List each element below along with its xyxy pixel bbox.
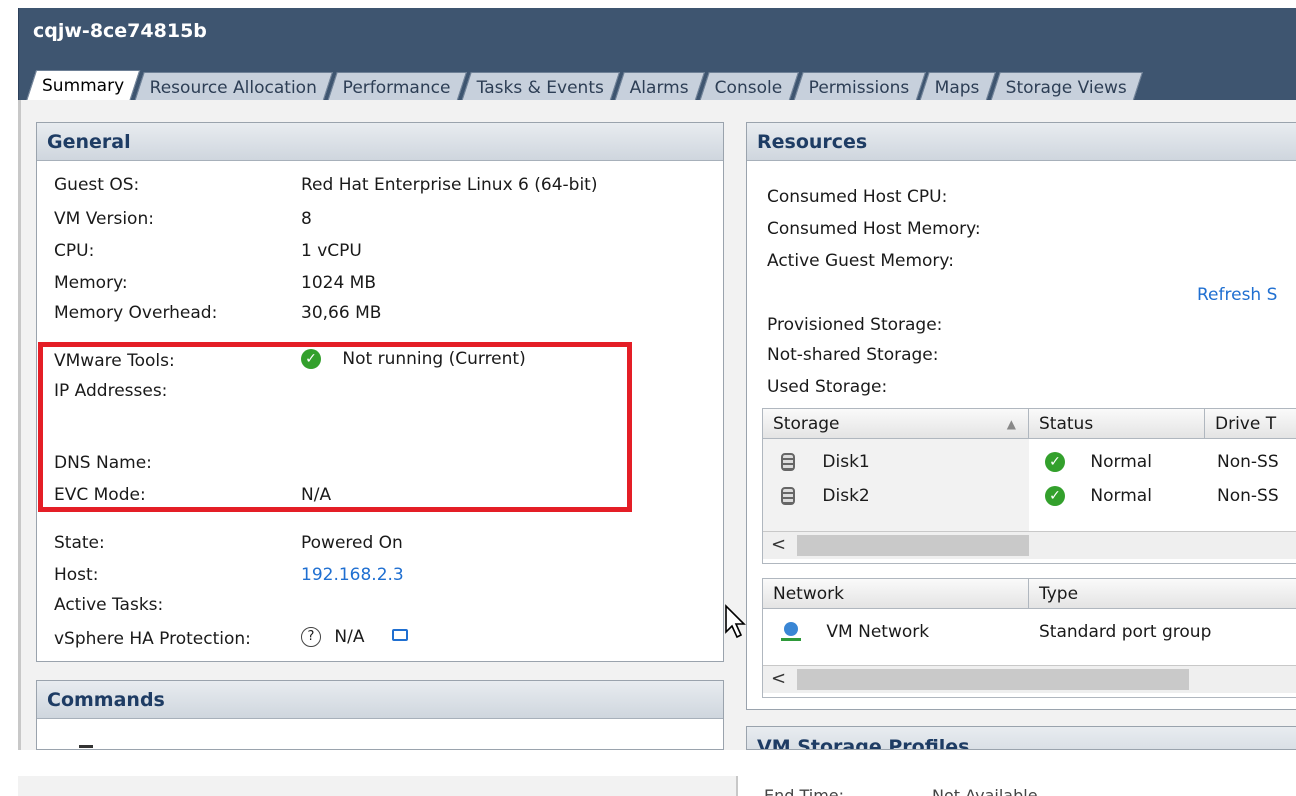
guest-os-label: Guest OS: [54, 175, 140, 195]
column-drive-type[interactable]: Drive T [1205, 409, 1296, 439]
column-network[interactable]: Network [763, 579, 1029, 609]
scrollbar-thumb[interactable] [797, 535, 1029, 556]
tab-tasks-events[interactable]: Tasks & Events [461, 72, 621, 102]
scroll-left-icon[interactable]: < [771, 668, 786, 689]
vmware-tools-label: VMware Tools: [54, 351, 175, 371]
resources-header: Resources [747, 123, 1296, 161]
general-header: General [37, 123, 723, 161]
memory-label: Memory: [54, 273, 128, 293]
tab-performance[interactable]: Performance [327, 72, 467, 102]
column-type[interactable]: Type [1029, 579, 1296, 609]
consumed-cpu-label: Consumed Host CPU: [767, 187, 948, 207]
consumed-memory-label: Consumed Host Memory: [767, 219, 981, 239]
command-item-icon[interactable] [79, 745, 93, 748]
status-cell: ✓ Normal [1045, 479, 1152, 513]
vm-title-bar: cqjw-8ce74815b Summary Resource Allocati… [18, 8, 1296, 102]
storage-hscrollbar[interactable]: < [763, 531, 1296, 559]
ha-protection-label: vSphere HA Protection: [54, 629, 251, 649]
tab-maps[interactable]: Maps [919, 72, 996, 102]
dns-name-label: DNS Name: [54, 453, 152, 473]
footer-right: End Time: Not Available [736, 776, 1296, 796]
question-icon[interactable]: ? [301, 627, 321, 647]
table-row[interactable]: Disk2 [781, 479, 870, 513]
ip-addresses-label: IP Addresses: [54, 381, 168, 401]
guest-os-value: Red Hat Enterprise Linux 6 (64-bit) [301, 175, 598, 195]
scrollbar-thumb[interactable] [797, 669, 1189, 690]
scroll-left-icon[interactable]: < [771, 534, 786, 555]
tab-console[interactable]: Console [699, 72, 799, 102]
vmware-tools-value: ✓ Not running (Current) [301, 349, 526, 369]
drive-type-cell: Non-SS [1217, 452, 1279, 472]
used-storage-label: Used Storage: [767, 377, 888, 397]
active-tasks-label: Active Tasks: [54, 595, 164, 615]
drive-type-cell: Non-SS [1217, 486, 1279, 506]
host-link[interactable]: 192.168.2.3 [301, 565, 404, 585]
disk-icon [781, 453, 795, 471]
storage-table: Storage ▲ Status Drive T Disk1 ✓ Normal … [762, 408, 1296, 564]
network-table: Network Type VM Network Standard port gr… [762, 578, 1296, 698]
status-cell: ✓ Normal [1045, 445, 1152, 479]
check-circle-icon: ✓ [1045, 452, 1065, 472]
provisioned-storage-label: Provisioned Storage: [767, 315, 943, 335]
network-hscrollbar[interactable]: < [763, 665, 1296, 693]
column-storage[interactable]: Storage ▲ [763, 409, 1029, 439]
tab-alarms[interactable]: Alarms [614, 72, 705, 102]
mouse-cursor-icon [725, 604, 746, 639]
tab-storage-views[interactable]: Storage Views [990, 72, 1143, 102]
end-time-value: Not Available [932, 786, 1038, 796]
cpu-value: 1 vCPU [301, 241, 362, 261]
vm-version-label: VM Version: [54, 209, 154, 229]
footer-left [18, 776, 736, 796]
check-circle-icon: ✓ [1045, 486, 1065, 506]
tab-bar: Summary Resource Allocation Performance … [25, 70, 1143, 102]
evc-mode-value: N/A [301, 485, 332, 505]
table-row[interactable]: Disk1 [781, 445, 870, 479]
check-circle-icon: ✓ [301, 349, 321, 369]
cpu-label: CPU: [54, 241, 95, 261]
tab-permissions[interactable]: Permissions [792, 72, 926, 102]
commands-header: Commands [37, 681, 723, 719]
general-panel: General Guest OS: Red Hat Enterprise Lin… [36, 122, 724, 662]
sort-ascending-icon: ▲ [1006, 417, 1016, 431]
table-row[interactable]: VM Network [781, 615, 929, 649]
not-shared-storage-label: Not-shared Storage: [767, 345, 939, 365]
network-table-header: Network Type [763, 579, 1296, 609]
memory-value: 1024 MB [301, 273, 376, 293]
state-value: Powered On [301, 533, 403, 553]
storage-profiles-panel: VM Storage Profiles [746, 726, 1296, 750]
comment-icon[interactable] [391, 629, 408, 641]
end-time-label: End Time: [764, 786, 845, 796]
network-icon [781, 622, 801, 642]
tab-summary[interactable]: Summary [25, 70, 141, 102]
vm-title: cqjw-8ce74815b [33, 20, 207, 42]
host-label: Host: [54, 565, 99, 585]
type-cell: Standard port group [1039, 622, 1212, 642]
refresh-link[interactable]: Refresh S [1197, 285, 1277, 305]
commands-panel: Commands [36, 680, 724, 750]
column-status[interactable]: Status [1029, 409, 1205, 439]
memory-overhead-label: Memory Overhead: [54, 303, 218, 323]
memory-overhead-value: 30,66 MB [301, 303, 382, 323]
state-label: State: [54, 533, 105, 553]
disk-icon [781, 487, 795, 505]
vm-version-value: 8 [301, 209, 312, 229]
storage-profiles-header: VM Storage Profiles [747, 727, 1296, 749]
ha-protection-value: ? N/A [301, 627, 408, 647]
active-guest-memory-label: Active Guest Memory: [767, 251, 954, 271]
storage-table-header: Storage ▲ Status Drive T [763, 409, 1296, 439]
tab-resource-allocation[interactable]: Resource Allocation [134, 72, 334, 102]
evc-mode-label: EVC Mode: [54, 485, 146, 505]
divider [18, 100, 21, 750]
